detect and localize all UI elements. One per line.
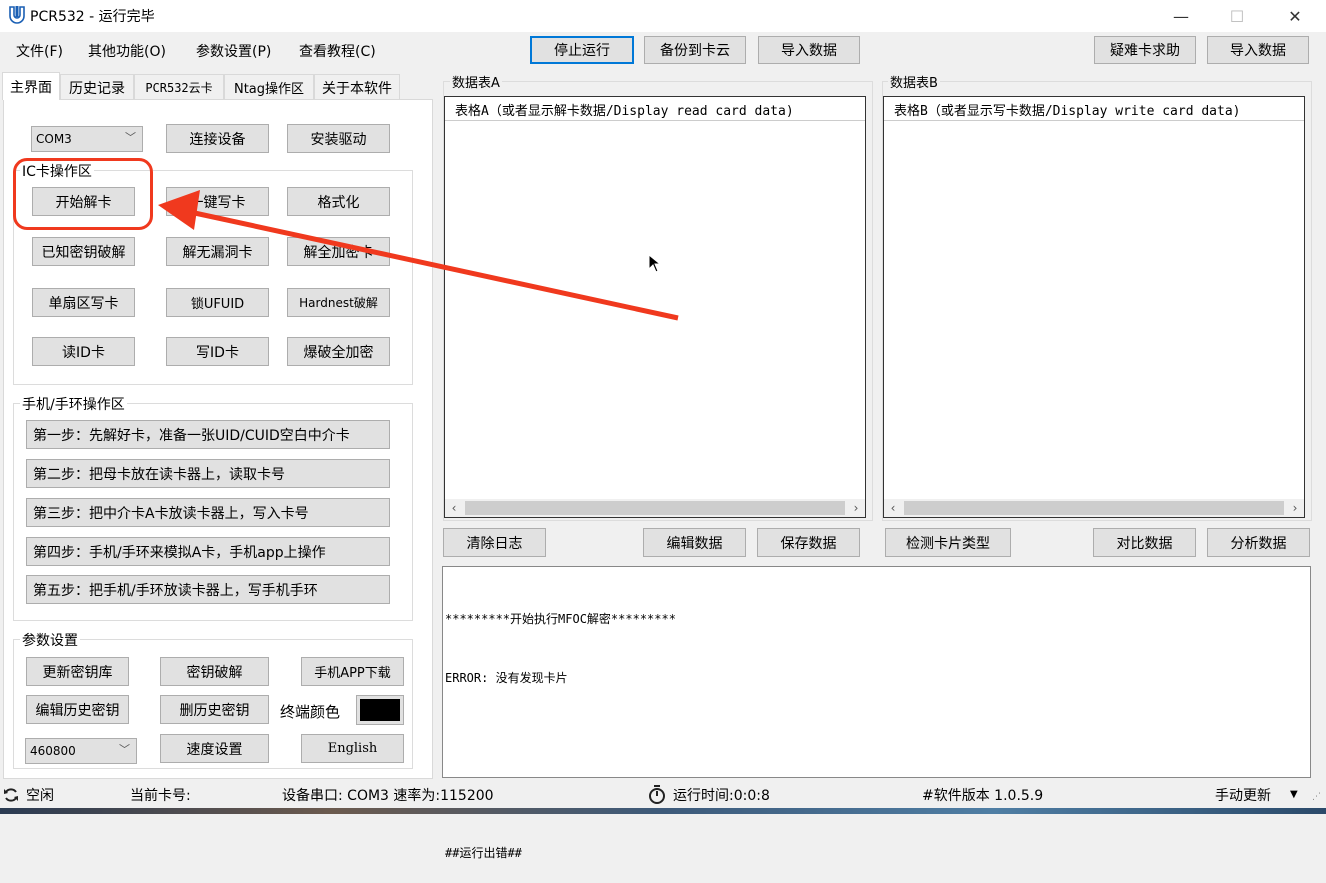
serial-port-info: 设备串口: COM3 速率为:115200 — [282, 788, 494, 804]
table-a-horizontal-scrollbar[interactable]: ‹ › — [445, 499, 865, 517]
com-port-value: COM3 — [36, 132, 72, 146]
menu-file[interactable]: 文件(F) — [16, 41, 63, 61]
format-button[interactable]: 格式化 — [287, 187, 390, 216]
analyze-data-button[interactable]: 分析数据 — [1207, 528, 1310, 557]
log-output[interactable]: *********开始执行MFOC解密********* ERROR: 没有发现… — [442, 566, 1311, 860]
dropdown-arrow-icon[interactable]: ▼ — [1290, 789, 1298, 800]
current-card-number: 当前卡号: — [130, 788, 191, 804]
stopwatch-icon — [649, 785, 665, 804]
phone-step-2-button[interactable]: 第二步：把母卡放在读卡器上，读取卡号 — [26, 459, 390, 488]
brute-force-button[interactable]: 爆破全加密 — [287, 337, 390, 366]
log-line: *********开始执行MFOC解密********* — [445, 612, 676, 626]
backup-to-cloud-button[interactable]: 备份到卡云 — [644, 36, 746, 64]
scrollbar-thumb[interactable] — [904, 501, 1284, 515]
tab-pcr532-cloud-card[interactable]: PCR532云卡 — [134, 74, 224, 100]
tab-about[interactable]: 关于本软件 — [314, 74, 400, 100]
clear-log-button[interactable]: 清除日志 — [443, 528, 546, 557]
difficult-card-help-button[interactable]: 疑难卡求助 — [1094, 36, 1196, 64]
com-port-select[interactable]: COM3 ﹀ — [31, 126, 143, 152]
import-data-button[interactable]: 导入数据 — [758, 36, 860, 64]
app-logo-icon — [9, 6, 25, 24]
update-key-library-button[interactable]: 更新密钥库 — [26, 657, 129, 686]
tab-history[interactable]: 历史记录 — [60, 74, 134, 100]
scroll-left-icon[interactable]: ‹ — [445, 499, 463, 517]
data-table-b[interactable]: 表格B（或者显示写卡数据/Display write card data) ‹ … — [883, 96, 1305, 518]
chevron-down-icon: ﹀ — [125, 131, 136, 144]
manual-update-dropdown[interactable]: 手动更新 — [1215, 785, 1271, 805]
import-data-button-2[interactable]: 导入数据 — [1207, 36, 1309, 64]
one-click-write-button[interactable]: 一键写卡 — [166, 187, 269, 216]
compare-data-button[interactable]: 对比数据 — [1093, 528, 1196, 557]
baud-rate-select[interactable]: 460800 ﹀ — [25, 738, 137, 764]
speed-settings-button[interactable]: 速度设置 — [160, 734, 269, 763]
table-b-header[interactable]: 表格B（或者显示写卡数据/Display write card data) — [884, 97, 1304, 121]
close-icon: ✕ — [1288, 6, 1302, 26]
close-button[interactable]: ✕ — [1272, 0, 1318, 32]
save-data-button[interactable]: 保存数据 — [757, 528, 860, 557]
phone-step-1-button[interactable]: 第一步：先解好卡，准备一张UID/CUID空白中介卡 — [26, 420, 390, 449]
phone-step-3-button[interactable]: 第三步：把中介卡A卡放读卡器上，写入卡号 — [26, 498, 390, 527]
data-table-a-label: 数据表A — [450, 72, 502, 91]
ic-card-group-label: IC卡操作区 — [20, 161, 94, 181]
tab-main[interactable]: 主界面 — [2, 72, 60, 100]
menu-parameter-settings[interactable]: 参数设置(P) — [196, 41, 271, 61]
hardnest-crack-button[interactable]: Hardnest破解 — [287, 288, 390, 317]
data-table-b-label: 数据表B — [888, 72, 940, 91]
terminal-color-button[interactable] — [356, 695, 404, 725]
scroll-right-icon[interactable]: › — [1286, 499, 1304, 517]
read-id-card-button[interactable]: 读ID卡 — [32, 337, 135, 366]
baud-rate-value: 460800 — [30, 744, 76, 758]
table-b-horizontal-scrollbar[interactable]: ‹ › — [884, 499, 1304, 517]
menu-tutorials[interactable]: 查看教程(C) — [299, 41, 376, 61]
lock-ufuid-button[interactable]: 锁UFUID — [166, 288, 269, 317]
menu-other-functions[interactable]: 其他功能(O) — [88, 41, 166, 61]
status-bar: 空闲 当前卡号: 设备串口: COM3 速率为:115200 运行时间:0:0:… — [0, 780, 1326, 808]
phone-step-5-button[interactable]: 第五步：把手机/手环放读卡器上，写手机手环 — [26, 575, 390, 604]
maximize-button[interactable]: ☐ — [1214, 0, 1260, 32]
scroll-left-icon[interactable]: ‹ — [884, 499, 902, 517]
scrollbar-thumb[interactable] — [465, 501, 845, 515]
terminal-color-label: 终端颜色 — [280, 703, 341, 721]
tab-ntag[interactable]: Ntag操作区 — [224, 74, 314, 100]
edit-data-button[interactable]: 编辑数据 — [643, 528, 746, 557]
table-a-header[interactable]: 表格A（或者显示解卡数据/Display read card data) — [445, 97, 865, 121]
status-state: 空闲 — [26, 788, 54, 804]
desktop-background — [0, 808, 1326, 814]
params-group-label: 参数设置 — [20, 630, 80, 650]
stop-run-button[interactable]: 停止运行 — [530, 36, 634, 64]
refresh-icon — [4, 788, 18, 802]
phone-app-download-button[interactable]: 手机APP下载 — [301, 657, 404, 686]
phone-step-4-button[interactable]: 第四步：手机/手环来模拟A卡，手机app上操作 — [26, 537, 390, 566]
data-table-a[interactable]: 表格A（或者显示解卡数据/Display read card data) ‹ › — [444, 96, 866, 518]
detect-card-type-button[interactable]: 检测卡片类型 — [885, 528, 1011, 557]
known-key-crack-button[interactable]: 已知密钥破解 — [32, 237, 135, 266]
scroll-right-icon[interactable]: › — [847, 499, 865, 517]
minimize-button[interactable]: — — [1158, 0, 1204, 32]
write-id-card-button[interactable]: 写ID卡 — [166, 337, 269, 366]
key-crack-button[interactable]: 密钥破解 — [160, 657, 269, 686]
minimize-icon: — — [1173, 6, 1189, 26]
title-bar: PCR532 - 运行完毕 — ☐ ✕ — [0, 0, 1326, 32]
mouse-cursor-icon — [648, 254, 662, 273]
resize-grip-icon[interactable]: ⋰ — [1312, 792, 1321, 802]
software-version: #软件版本 1.0.5.9 — [922, 788, 1044, 804]
edit-history-keys-button[interactable]: 编辑历史密钥 — [26, 695, 129, 724]
no-vulnerability-card-button[interactable]: 解无漏洞卡 — [166, 237, 269, 266]
log-line: ERROR: 没有发现卡片 — [445, 670, 568, 685]
chevron-down-icon: ﹀ — [119, 743, 130, 756]
english-button[interactable]: English — [301, 734, 404, 763]
runtime: 运行时间:0:0:8 — [673, 788, 770, 804]
single-sector-write-button[interactable]: 单扇区写卡 — [32, 288, 135, 317]
install-driver-button[interactable]: 安装驱动 — [287, 124, 390, 153]
connect-device-button[interactable]: 连接设备 — [166, 124, 269, 153]
phone-group-label: 手机/手环操作区 — [20, 394, 127, 414]
start-decrypt-button[interactable]: 开始解卡 — [32, 187, 135, 216]
window-title: PCR532 - 运行完毕 — [30, 9, 155, 25]
maximize-icon: ☐ — [1229, 6, 1245, 26]
terminal-color-swatch — [360, 699, 400, 721]
full-encrypted-card-button[interactable]: 解全加密卡 — [287, 237, 390, 266]
delete-history-keys-button[interactable]: 删历史密钥 — [160, 695, 269, 724]
log-line: ##运行出错## — [445, 846, 522, 860]
